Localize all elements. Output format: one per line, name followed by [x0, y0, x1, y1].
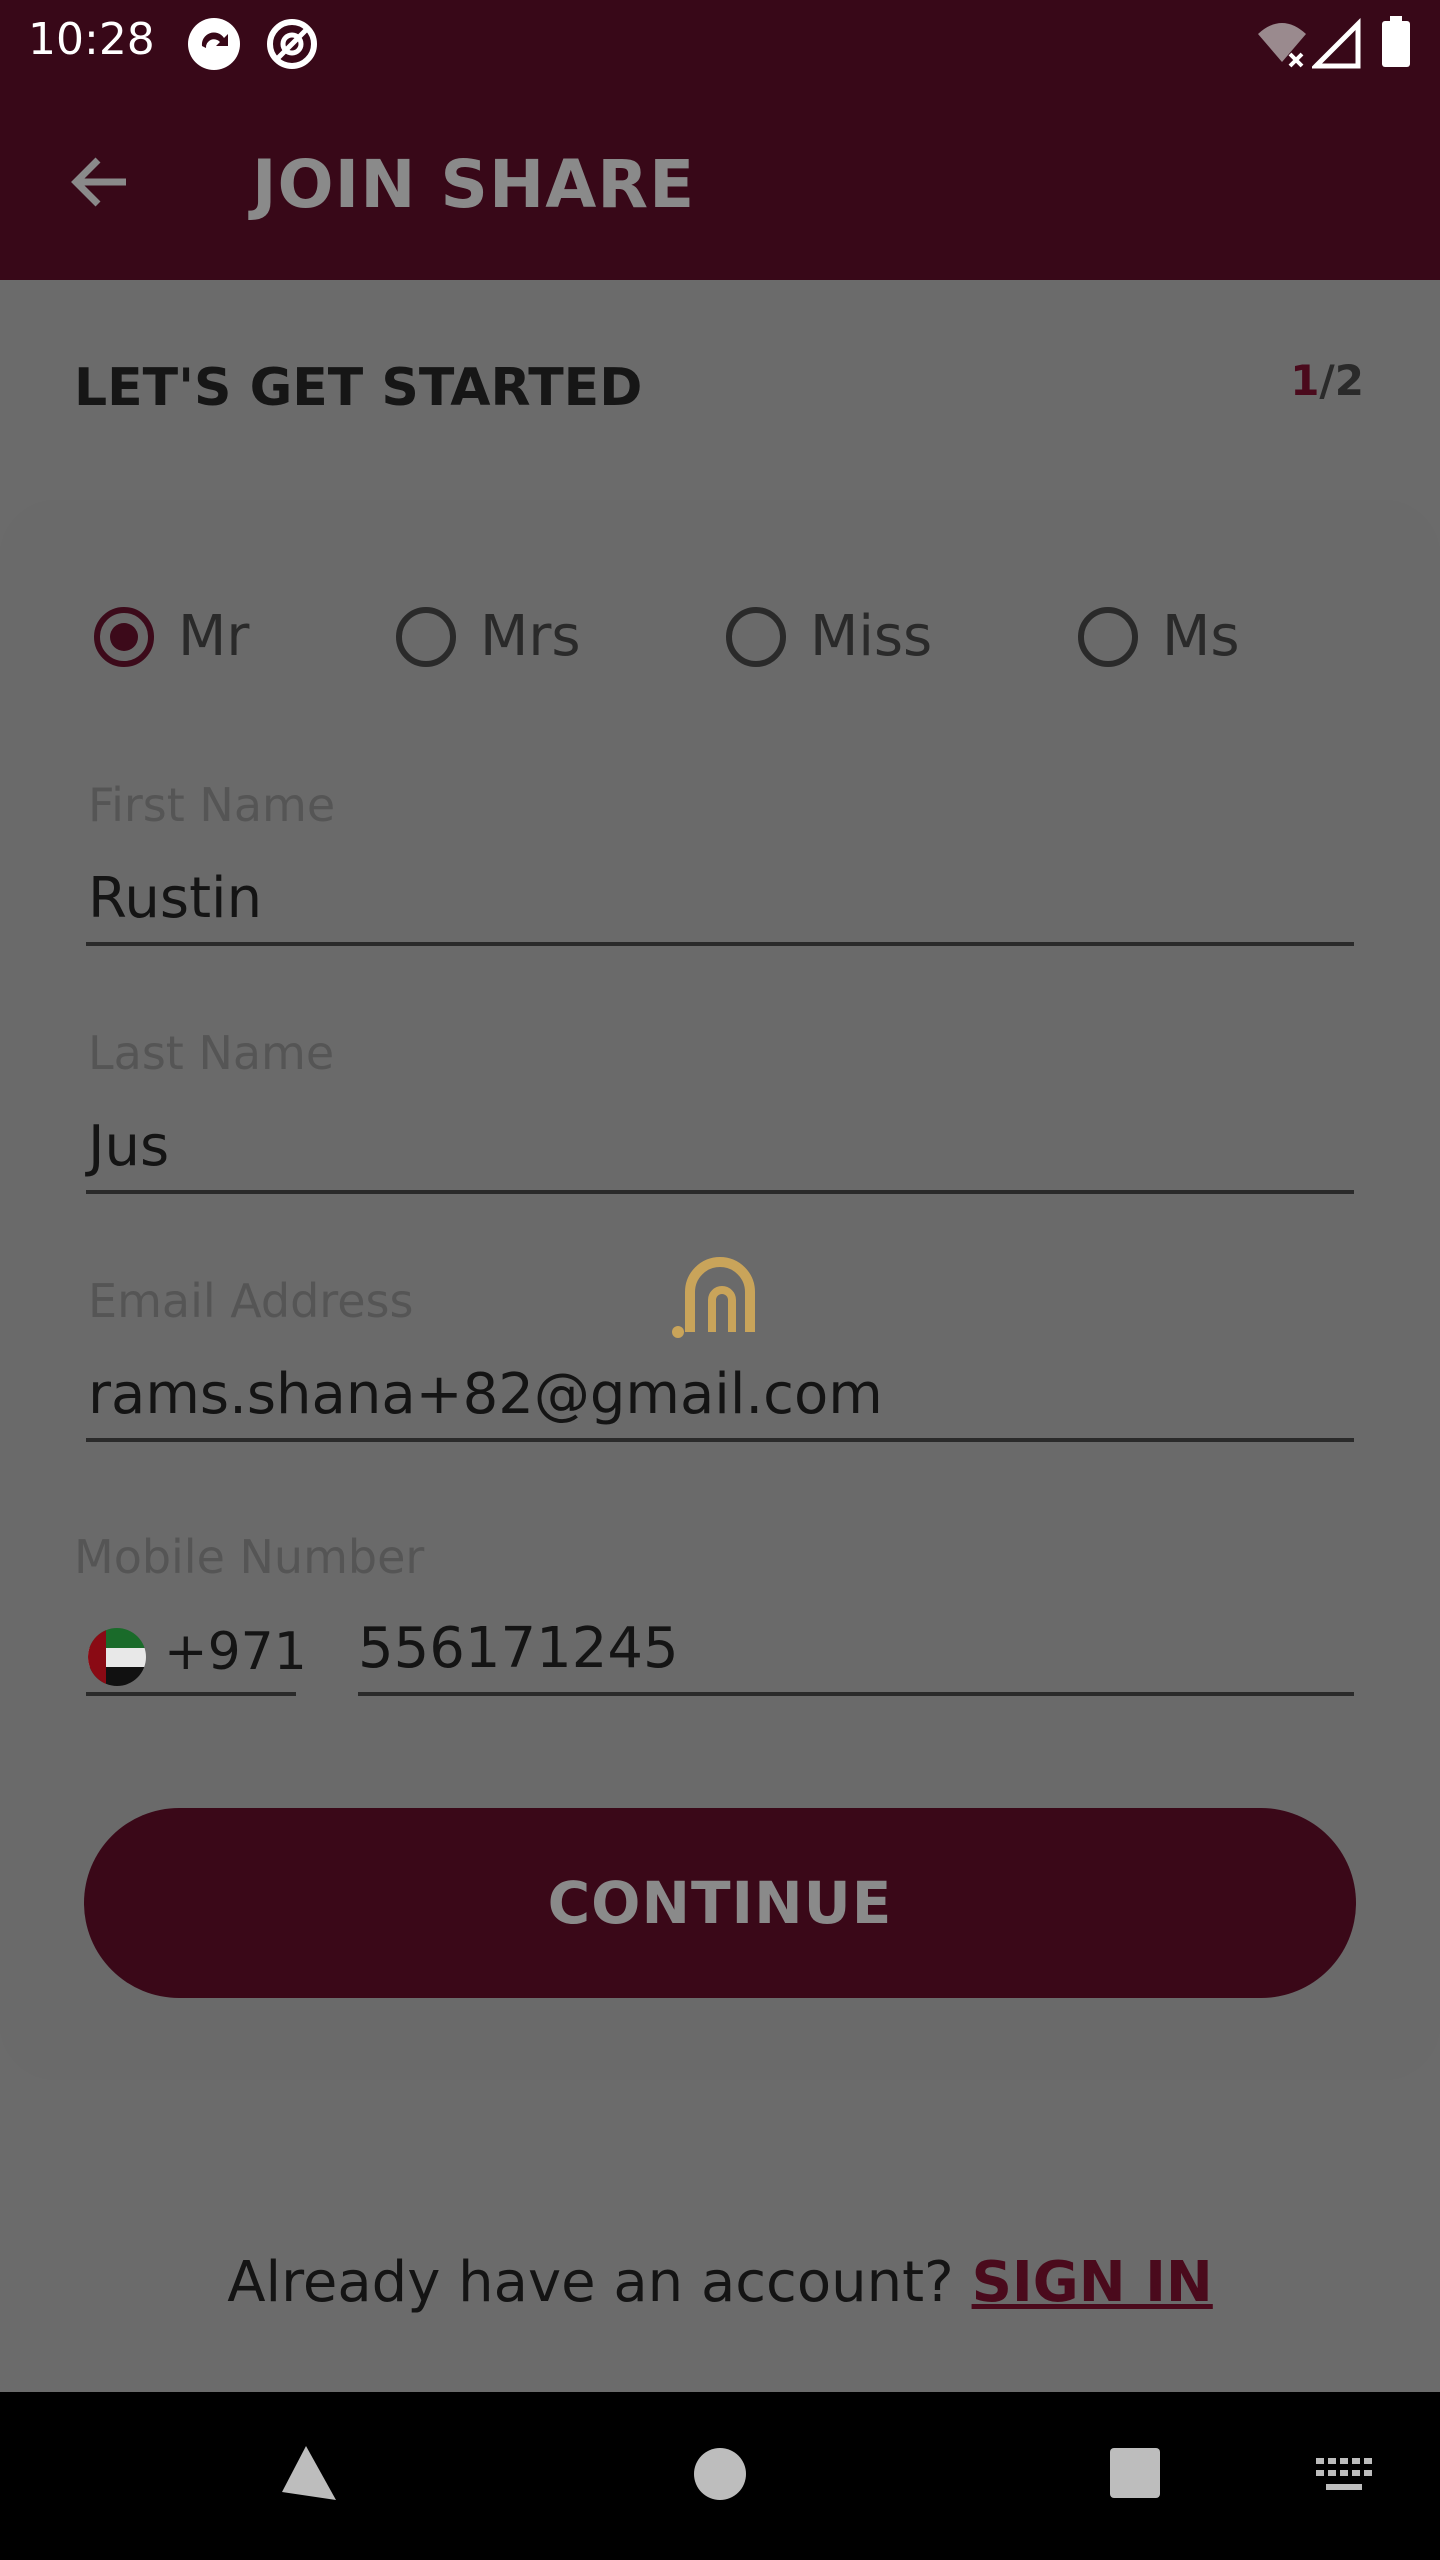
- step-current: 1: [1290, 356, 1320, 405]
- mobile-number-field[interactable]: 556171245: [358, 1616, 679, 1681]
- back-triangle-icon[interactable]: [278, 2442, 340, 2504]
- radio-unselected-icon: [726, 606, 786, 667]
- mobile-label: Mobile Number: [74, 1530, 425, 1584]
- signin-prompt: Already have an account? SIGN IN: [0, 2250, 1440, 2315]
- radio-unselected-icon: [396, 606, 456, 667]
- mobile-number-underline: [358, 1692, 1354, 1696]
- radio-label-mrs: Mrs: [480, 604, 581, 669]
- country-code-underline: [86, 1692, 296, 1696]
- at-icon: [267, 19, 317, 69]
- section-title: LET'S GET STARTED: [74, 358, 643, 418]
- radio-label-ms: Ms: [1162, 604, 1240, 669]
- last-name-label: Last Name: [88, 1026, 335, 1080]
- uae-flag-icon[interactable]: [88, 1628, 146, 1686]
- salutation-radio-group: Mr Mrs Miss Ms: [0, 604, 1440, 684]
- email-field[interactable]: rams.shana+82@gmail.com: [88, 1362, 883, 1427]
- radio-label-miss: Miss: [810, 604, 933, 669]
- app-bar: JOIN SHARE: [0, 84, 1440, 280]
- recents-square-icon[interactable]: [1108, 2446, 1162, 2500]
- continue-button-label: CONTINUE: [547, 1869, 893, 1937]
- radio-mrs[interactable]: Mrs: [396, 604, 581, 669]
- signal-icon: [1312, 17, 1361, 69]
- first-name-underline: [86, 942, 1354, 946]
- continue-button[interactable]: CONTINUE: [84, 1808, 1356, 1998]
- last-name-field[interactable]: Jus: [88, 1114, 169, 1179]
- radio-miss[interactable]: Miss: [726, 604, 932, 669]
- radio-selected-icon: [94, 606, 154, 667]
- home-circle-icon[interactable]: [692, 2446, 748, 2502]
- step-indicator: 1/2: [1290, 356, 1364, 405]
- status-bar: 10:28: [0, 0, 1440, 84]
- wifi-off-icon: [1258, 23, 1306, 68]
- radio-ms[interactable]: Ms: [1078, 604, 1240, 669]
- keyboard-icon[interactable]: [1314, 2456, 1374, 2496]
- step-total: /2: [1319, 356, 1364, 405]
- signin-prompt-text: Already have an account?: [227, 2250, 972, 2315]
- sync-icon: [188, 18, 240, 70]
- page-title: JOIN SHARE: [252, 146, 696, 223]
- battery-icon: [1382, 16, 1410, 67]
- last-name-underline: [86, 1190, 1354, 1194]
- loading-logo-icon: [672, 1257, 755, 1338]
- signin-link[interactable]: SIGN IN: [972, 2250, 1213, 2315]
- radio-label-mr: Mr: [178, 604, 250, 669]
- status-time: 10:28: [28, 14, 155, 65]
- arrow-left-icon[interactable]: [60, 142, 140, 222]
- system-nav-bar: [0, 2392, 1440, 2560]
- first-name-label: First Name: [88, 778, 336, 832]
- radio-mr[interactable]: Mr: [94, 604, 249, 669]
- email-underline: [86, 1438, 1354, 1442]
- country-code-selector[interactable]: +971: [164, 1622, 307, 1682]
- email-label: Email Address: [88, 1274, 414, 1328]
- radio-unselected-icon: [1078, 606, 1138, 667]
- first-name-field[interactable]: Rustin: [88, 866, 262, 931]
